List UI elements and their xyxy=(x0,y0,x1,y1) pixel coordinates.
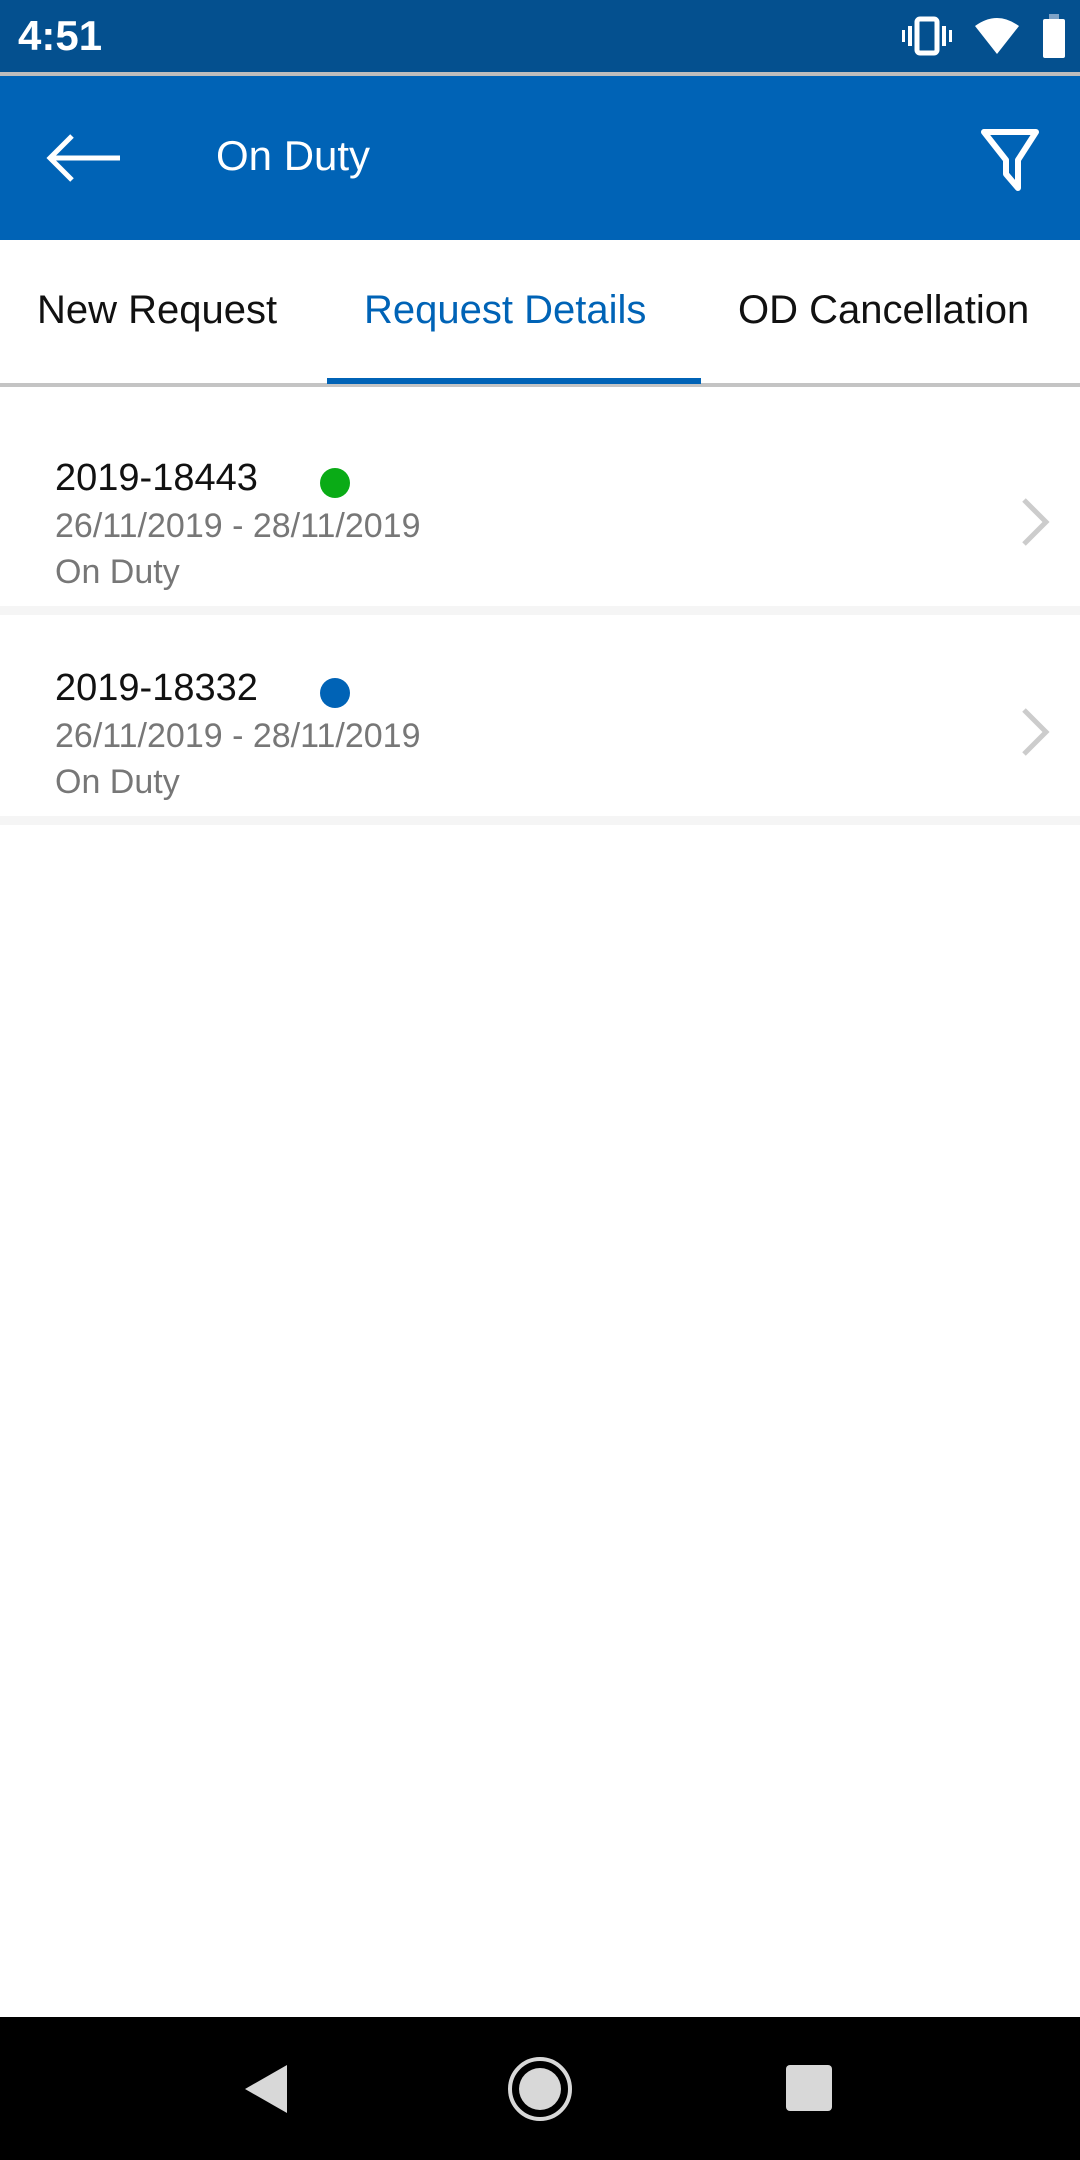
request-type: On Duty xyxy=(55,553,180,591)
request-dates: 26/11/2019 - 28/11/2019 xyxy=(55,717,421,755)
tab-new-request[interactable]: New Request xyxy=(37,288,277,333)
app-bar: On Duty xyxy=(0,76,1080,240)
status-bar: 4:51 xyxy=(0,0,1080,72)
vibrate-icon xyxy=(902,16,952,56)
tab-request-details[interactable]: Request Details xyxy=(364,288,646,333)
chevron-right-icon xyxy=(1022,708,1050,756)
page-title: On Duty xyxy=(216,132,371,179)
status-dot xyxy=(320,678,350,708)
system-nav-bar xyxy=(0,2017,1080,2160)
wifi-icon xyxy=(975,18,1019,54)
battery-icon xyxy=(1043,14,1065,58)
request-id: 2019-18332 xyxy=(55,667,258,709)
status-dot xyxy=(320,468,350,498)
request-type: On Duty xyxy=(55,763,180,801)
arrow-left-icon[interactable] xyxy=(44,128,124,188)
request-id: 2019-18443 xyxy=(55,457,258,499)
active-tab-indicator xyxy=(327,378,701,384)
chevron-right-icon xyxy=(1022,498,1050,546)
home-circle-icon[interactable] xyxy=(506,2055,574,2123)
back-triangle-icon[interactable] xyxy=(243,2063,289,2115)
request-dates: 26/11/2019 - 28/11/2019 xyxy=(55,507,421,545)
tab-bar: New Request Request Details OD Cancellat… xyxy=(0,240,1080,387)
request-list-item[interactable]: 2019-18332 26/11/2019 - 28/11/2019 On Du… xyxy=(0,615,1080,825)
request-list-item[interactable]: 2019-18443 26/11/2019 - 28/11/2019 On Du… xyxy=(0,405,1080,615)
tab-od-cancellation[interactable]: OD Cancellation xyxy=(738,288,1029,333)
recents-square-icon[interactable] xyxy=(786,2065,832,2111)
clock: 4:51 xyxy=(18,12,103,59)
filter-icon[interactable] xyxy=(980,126,1040,192)
